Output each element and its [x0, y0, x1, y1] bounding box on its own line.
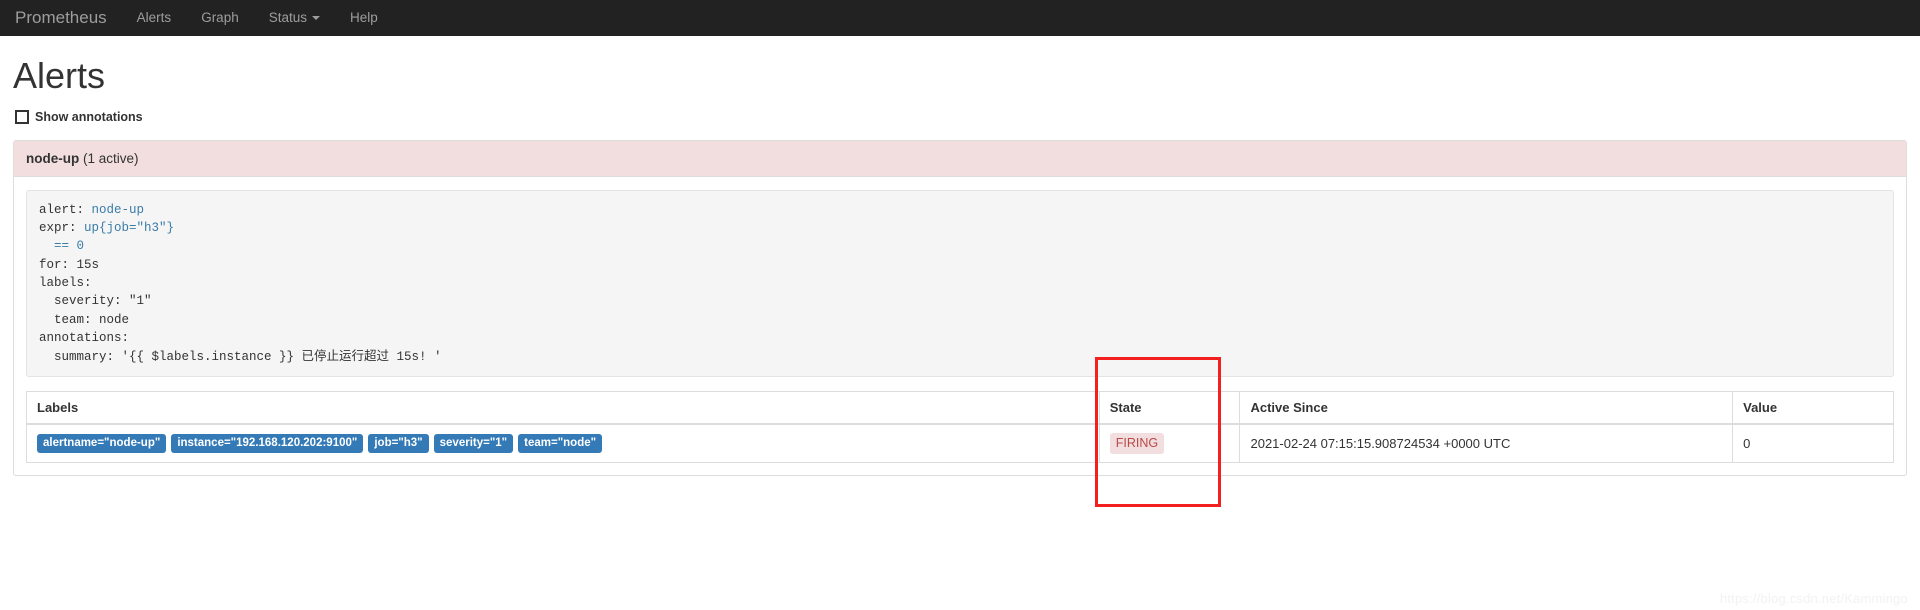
show-annotations-checkbox[interactable]	[15, 109, 29, 124]
rule-line-cmp-value: == 0	[54, 239, 85, 254]
rule-line-summary: summary: '{{ $labels.instance }} 已停止运行超过…	[39, 349, 442, 364]
main-container: Alerts Show annotations node-up (1 activ…	[0, 56, 1920, 476]
nav-item-status[interactable]: Status	[254, 0, 335, 36]
cell-active-since: 2021-02-24 07:15:15.908724534 +0000 UTC	[1239, 423, 1734, 463]
rule-line-team: team: node	[39, 312, 130, 327]
nav-item-alerts[interactable]: Alerts	[122, 0, 187, 36]
nav-item-graph-label: Graph	[201, 10, 239, 25]
label-badge-alertname[interactable]: alertname="node-up"	[37, 433, 167, 454]
alert-rule-definition: alert: node-up expr: up{job="h3"} == 0 f…	[26, 189, 1894, 377]
top-navbar: Prometheus Alerts Graph Status Help	[0, 0, 1920, 36]
cell-state: FIRING	[1098, 423, 1241, 463]
show-annotations-toggle[interactable]: Show annotations	[15, 109, 143, 124]
nav-item-graph[interactable]: Graph	[186, 0, 254, 36]
nav-item-alerts-label: Alerts	[136, 10, 172, 25]
rule-line-expr-value: up{job="h3"}	[84, 220, 175, 235]
rule-line-annotations: annotations:	[39, 331, 130, 346]
rule-line-severity: severity: "1"	[39, 294, 152, 309]
column-header-active-since: Active Since	[1239, 390, 1734, 425]
alert-group-panel: node-up (1 active) alert: node-up expr: …	[13, 139, 1907, 476]
alerts-table: Labels State Active Since Value alertnam…	[26, 390, 1894, 463]
rule-line-labels: labels:	[39, 276, 92, 291]
column-header-value: Value	[1732, 390, 1894, 425]
chevron-down-icon	[312, 16, 320, 20]
nav-item-help[interactable]: Help	[335, 0, 393, 36]
table-header-row: Labels State Active Since Value	[26, 390, 1894, 425]
cell-value: 0	[1732, 423, 1894, 463]
label-badge-instance[interactable]: instance="192.168.120.202:9100"	[171, 433, 364, 454]
nav-item-status-label: Status	[268, 10, 307, 25]
alerts-table-head: Labels State Active Since Value	[26, 390, 1894, 425]
column-header-labels: Labels	[26, 390, 1100, 425]
watermark-text: https://blog.csdn.net/Kammingo	[1719, 591, 1908, 606]
column-header-state: State	[1098, 390, 1241, 425]
label-badge-severity[interactable]: severity="1"	[433, 433, 514, 454]
rule-line-alert-key: alert:	[39, 202, 92, 217]
rule-line-cmp-indent	[39, 239, 54, 253]
alerts-table-body: alertname="node-up" instance="192.168.120…	[26, 423, 1894, 463]
show-annotations-label: Show annotations	[35, 109, 143, 124]
alert-group-header[interactable]: node-up (1 active)	[14, 140, 1906, 177]
alert-group-body: alert: node-up expr: up{job="h3"} == 0 f…	[14, 177, 1906, 475]
cell-labels: alertname="node-up" instance="192.168.120…	[26, 423, 1100, 463]
rule-line-alert-value: node-up	[91, 202, 145, 217]
brand-prometheus[interactable]: Prometheus	[11, 0, 122, 36]
rule-line-for: for: 15s	[39, 257, 100, 272]
status-badge: FIRING	[1109, 432, 1165, 454]
page-title: Alerts	[13, 55, 106, 96]
alert-active-count: (1 active)	[83, 150, 139, 166]
nav-item-help-label: Help	[350, 10, 378, 25]
table-row: alertname="node-up" instance="192.168.120…	[26, 423, 1894, 463]
rule-line-expr-key: expr:	[39, 220, 85, 235]
label-badge-team[interactable]: team="node"	[518, 433, 603, 454]
alert-rule-name: node-up	[26, 150, 80, 166]
label-badge-job[interactable]: job="h3"	[368, 433, 429, 454]
